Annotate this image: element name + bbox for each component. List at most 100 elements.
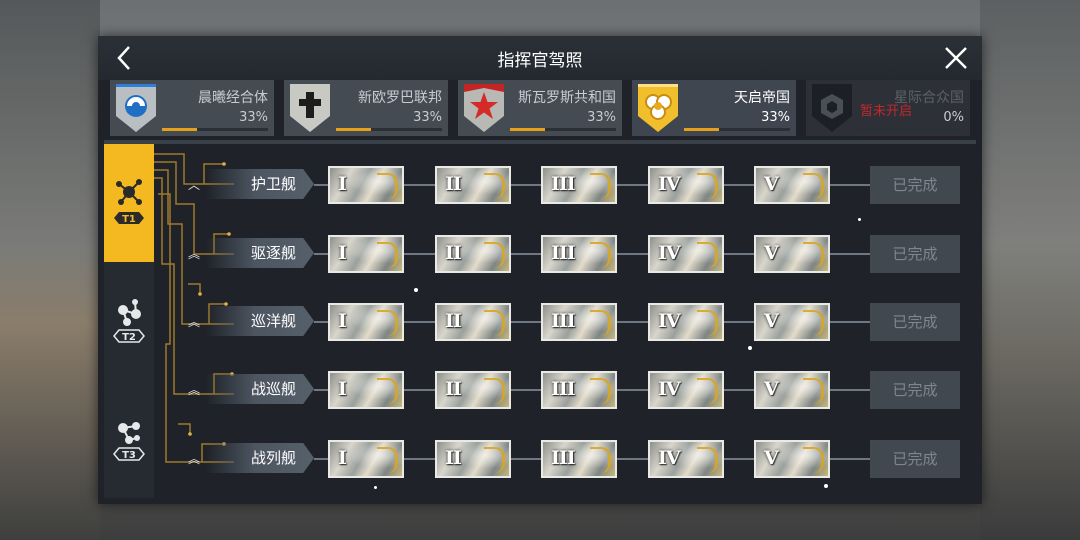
ship-card-frigate-5[interactable]: V bbox=[754, 166, 830, 204]
tier-numeral: V bbox=[764, 310, 779, 332]
t3-molecule-icon: T3 bbox=[113, 422, 145, 461]
ship-art bbox=[377, 310, 398, 336]
faction-tab-dawn[interactable]: 晨曦经合体 33% bbox=[110, 80, 274, 136]
ship-card-cruiser-2[interactable]: II bbox=[435, 303, 511, 341]
tier-numeral: IV bbox=[658, 447, 681, 469]
completed-button[interactable]: 已完成 bbox=[870, 235, 960, 273]
ship-card-destroyer-5[interactable]: V bbox=[754, 235, 830, 273]
ship-card-battlecruiser-4[interactable]: IV bbox=[648, 371, 724, 409]
ship-art bbox=[377, 447, 398, 473]
completed-button[interactable]: 已完成 bbox=[870, 166, 960, 204]
close-button[interactable] bbox=[940, 42, 972, 74]
ship-class-row-cruiser: ︽ 巡洋舰 I II III IV V 已完成 bbox=[188, 303, 968, 343]
ship-art bbox=[697, 242, 718, 268]
dawn-emblem-icon bbox=[116, 84, 156, 132]
ship-card-frigate-2[interactable]: II bbox=[435, 166, 511, 204]
ship-card-cruiser-1[interactable]: I bbox=[328, 303, 404, 341]
tier-t3-tab[interactable]: T3 bbox=[104, 380, 154, 498]
ship-class-label: 战巡舰 bbox=[206, 374, 314, 404]
sparkle-particle bbox=[748, 346, 752, 350]
ship-class-label: 巡洋舰 bbox=[206, 306, 314, 336]
faction-tab-stellar-union[interactable]: 星际合众国 暂未开启 0% bbox=[806, 80, 970, 136]
tier-numeral: IV bbox=[658, 310, 681, 332]
ship-class-label: 护卫舰 bbox=[206, 169, 314, 199]
tier-numeral: II bbox=[445, 378, 462, 400]
faction-tab-svaros[interactable]: 斯瓦罗斯共和国 33% bbox=[458, 80, 622, 136]
close-icon bbox=[945, 47, 967, 69]
tier-label: T1 bbox=[122, 214, 136, 225]
faction-percent: 33% bbox=[761, 110, 790, 125]
ship-card-battleship-1[interactable]: I bbox=[328, 440, 404, 478]
ship-class-label: 驱逐舰 bbox=[206, 238, 314, 268]
ship-card-battleship-5[interactable]: V bbox=[754, 440, 830, 478]
ship-card-battleship-4[interactable]: IV bbox=[648, 440, 724, 478]
ship-card-destroyer-1[interactable]: I bbox=[328, 235, 404, 273]
tier-numeral: I bbox=[338, 447, 347, 469]
ship-art bbox=[803, 447, 824, 473]
faction-progress-bar bbox=[684, 128, 790, 131]
faction-progress-bar bbox=[336, 128, 442, 131]
ship-card-frigate-3[interactable]: III bbox=[541, 166, 617, 204]
ship-card-cruiser-4[interactable]: IV bbox=[648, 303, 724, 341]
ship-card-battlecruiser-1[interactable]: I bbox=[328, 371, 404, 409]
sparkle-particle bbox=[858, 218, 861, 221]
tier-numeral: III bbox=[551, 310, 576, 332]
faction-percent: 0% bbox=[943, 110, 964, 125]
ship-card-frigate-1[interactable]: I bbox=[328, 166, 404, 204]
tier-numeral: V bbox=[764, 378, 779, 400]
faction-percent: 33% bbox=[587, 110, 616, 125]
ship-card-cruiser-5[interactable]: V bbox=[754, 303, 830, 341]
title-bar: 指挥官驾照 bbox=[98, 36, 982, 80]
tier-numeral: V bbox=[764, 173, 779, 195]
faction-tab-neo-europa[interactable]: 新欧罗巴联邦 33% bbox=[284, 80, 448, 136]
ship-card-cruiser-3[interactable]: III bbox=[541, 303, 617, 341]
ship-card-frigate-4[interactable]: IV bbox=[648, 166, 724, 204]
ship-art bbox=[803, 173, 824, 199]
tier-label: T2 bbox=[122, 332, 136, 343]
ship-art bbox=[484, 310, 505, 336]
ship-card-destroyer-3[interactable]: III bbox=[541, 235, 617, 273]
chevron-up-icon: ︿ bbox=[188, 178, 201, 192]
cube-emblem-icon bbox=[812, 84, 852, 132]
faction-name: 斯瓦罗斯共和国 bbox=[518, 90, 616, 106]
t2-molecule-icon: T2 bbox=[113, 299, 145, 343]
ship-card-destroyer-4[interactable]: IV bbox=[648, 235, 724, 273]
commander-license-panel: 指挥官驾照 晨曦经合体 33% 新欧罗巴联邦 33% 斯瓦罗斯共和国 33% 天… bbox=[98, 36, 982, 504]
tier-selector: T1 T2 T3 bbox=[104, 144, 154, 498]
ship-card-battleship-3[interactable]: III bbox=[541, 440, 617, 478]
tier-numeral: I bbox=[338, 242, 347, 264]
ship-art bbox=[484, 447, 505, 473]
ship-card-battlecruiser-2[interactable]: II bbox=[435, 371, 511, 409]
background-scene-right bbox=[980, 0, 1080, 540]
faction-tab-apocalypse[interactable]: 天启帝国 33% bbox=[632, 80, 796, 136]
ship-class-row-battleship: ︽ 战列舰 I II III IV V 已完成 bbox=[188, 440, 968, 480]
ship-art bbox=[377, 173, 398, 199]
faction-progress-bar bbox=[162, 128, 268, 131]
tier-t2-tab[interactable]: T2 bbox=[104, 262, 154, 380]
ship-art bbox=[590, 447, 611, 473]
tier-numeral: III bbox=[551, 447, 576, 469]
ship-card-destroyer-2[interactable]: II bbox=[435, 235, 511, 273]
faction-name: 新欧罗巴联邦 bbox=[358, 90, 442, 106]
ship-card-battlecruiser-5[interactable]: V bbox=[754, 371, 830, 409]
ship-art bbox=[697, 447, 718, 473]
completed-button[interactable]: 已完成 bbox=[870, 371, 960, 409]
completed-button[interactable]: 已完成 bbox=[870, 303, 960, 341]
sparkle-particle bbox=[374, 486, 377, 489]
page-title: 指挥官驾照 bbox=[497, 51, 583, 71]
completed-button[interactable]: 已完成 bbox=[870, 440, 960, 478]
tier-numeral: II bbox=[445, 173, 462, 195]
t1-molecule-icon: T1 bbox=[114, 179, 144, 225]
tier-numeral: III bbox=[551, 242, 576, 264]
ship-art bbox=[697, 310, 718, 336]
faction-name: 天启帝国 bbox=[734, 90, 790, 106]
faction-name: 晨曦经合体 bbox=[198, 90, 268, 106]
ship-card-battlecruiser-3[interactable]: III bbox=[541, 371, 617, 409]
tier-t1-tab[interactable]: T1 bbox=[104, 144, 154, 262]
ship-card-battleship-2[interactable]: II bbox=[435, 440, 511, 478]
cross-emblem-icon bbox=[290, 84, 330, 132]
tier-numeral: IV bbox=[658, 378, 681, 400]
tier-numeral: V bbox=[764, 447, 779, 469]
ship-art bbox=[590, 378, 611, 404]
double-chevron-up-icon: ︽ bbox=[188, 247, 201, 261]
